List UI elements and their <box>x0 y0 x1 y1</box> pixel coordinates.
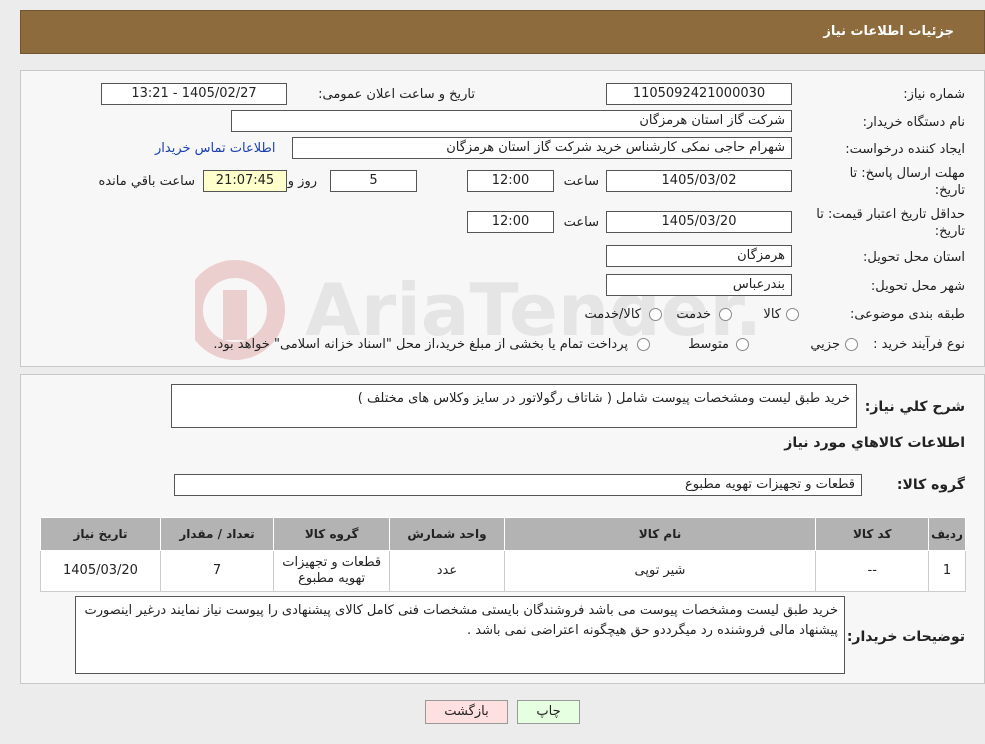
goods-group-label: گروه كالا: <box>896 477 965 493</box>
col-unit: واحد شمارش <box>389 517 505 551</box>
goods-group-field: قطعات و تجهیزات تهویه مطبوع <box>174 474 862 496</box>
goods-table-header: رديف كد كالا نام كالا واحد شمارش گروه كا… <box>40 517 966 551</box>
need-number-label: شماره نیاز: <box>903 87 965 102</box>
col-quantity: تعداد / مقدار <box>159 517 275 551</box>
deadline-time-field: 12:00 <box>467 170 554 192</box>
city-field: بندرعباس <box>606 274 792 296</box>
buyer-notes-label: توضیحات خریدار: <box>846 629 965 645</box>
process-note: پرداخت تمام یا بخشی از مبلغ خرید،از محل … <box>213 337 628 352</box>
deadline-time-label: ساعت <box>563 174 599 189</box>
days-remaining-field: 5 <box>330 170 417 192</box>
col-goods-group: گروه كالا <box>273 517 391 551</box>
validity-time-field: 12:00 <box>467 211 554 233</box>
remaining-time-label: ساعت باقي مانده <box>98 174 195 189</box>
cell-unit: عدد <box>389 550 505 592</box>
category-radio-goods[interactable] <box>786 308 799 321</box>
process-label: نوع فرآیند خرید : <box>873 337 965 352</box>
creator-label: ایجاد کننده درخواست: <box>845 142 965 157</box>
col-goods-name: نام كالا <box>503 517 817 551</box>
col-row-number: رديف <box>928 517 966 551</box>
deadline-label-date: تاریخ: <box>934 183 965 198</box>
process-option-medium: متوسط <box>688 337 729 352</box>
category-radio-goods-service[interactable] <box>649 308 662 321</box>
cell-quantity: 7 <box>159 550 275 592</box>
buyer-contact-link[interactable]: اطلاعات تماس خریدار <box>155 141 275 156</box>
need-number-field: 1105092421000030 <box>606 83 792 105</box>
buyer-org-label: نام دستگاه خریدار: <box>862 115 965 130</box>
cell-goods-name: شیر توپی <box>503 550 817 592</box>
description-label: شرح كلي نياز: <box>864 399 965 415</box>
cell-goods-group: قطعات و تجهیزات تهویه مطبوع <box>273 550 391 592</box>
validity-label-date: تاریخ: <box>934 224 965 239</box>
days-label: روز و <box>287 174 317 189</box>
buyer-notes-textarea[interactable]: خرید طبق لیست ومشخصات پیوست می باشد فروش… <box>75 596 845 674</box>
goods-info-title: اطلاعات كالاهاي مورد نياز <box>784 435 965 451</box>
validity-date-field: 1405/03/20 <box>606 211 792 233</box>
buyer-org-field: شرکت گاز استان هرمزگان <box>231 110 792 132</box>
process-radio-medium[interactable] <box>736 338 749 351</box>
category-option-goods: کالا <box>763 307 781 322</box>
validity-time-label: ساعت <box>563 215 599 230</box>
category-option-service: خدمت <box>676 307 711 322</box>
announce-label: تاریخ و ساعت اعلان عمومی: <box>318 87 475 102</box>
process-radio-treasury[interactable] <box>637 338 650 351</box>
category-label: طبقه بندی موضوعی: <box>849 307 965 322</box>
validity-label: حداقل تاریخ اعتبار قیمت: تا <box>816 207 965 222</box>
city-label: شهر محل تحویل: <box>870 279 965 294</box>
page-header: جزئیات اطلاعات نیاز <box>20 10 985 54</box>
description-textarea[interactable]: خرید طبق لیست ومشخصات پیوست شامل ( شاتاف… <box>171 384 857 428</box>
cell-need-date: 1405/03/20 <box>40 550 161 592</box>
cell-goods-code: -- <box>815 550 930 592</box>
process-option-minor: جزیي <box>810 337 840 352</box>
back-button[interactable]: بازگشت <box>425 700 508 724</box>
creator-field: شهرام حاجی نمکی کارشناس خرید شرکت گاز اس… <box>292 137 792 159</box>
cell-row-number: 1 <box>928 550 966 592</box>
deadline-date-field: 1405/03/02 <box>606 170 792 192</box>
category-radio-service[interactable] <box>719 308 732 321</box>
goods-table: رديف كد كالا نام كالا واحد شمارش گروه كا… <box>40 517 966 592</box>
col-need-date: تاريخ نياز <box>40 517 161 551</box>
announce-field: 1405/02/27 - 13:21 <box>101 83 287 105</box>
col-goods-code: كد كالا <box>815 517 930 551</box>
page-title: جزئیات اطلاعات نیاز <box>823 24 954 39</box>
print-button[interactable]: چاپ <box>517 700 580 724</box>
deadline-label: مهلت ارسال پاسخ: تا <box>849 166 965 181</box>
category-option-goods-service: کالا/خدمت <box>584 307 641 322</box>
remaining-time-field: 21:07:45 <box>203 170 287 192</box>
province-label: استان محل تحویل: <box>863 250 965 265</box>
province-field: هرمزگان <box>606 245 792 267</box>
table-row: 1 -- شیر توپی عدد قطعات و تجهیزات تهویه … <box>40 550 966 592</box>
process-radio-minor[interactable] <box>845 338 858 351</box>
